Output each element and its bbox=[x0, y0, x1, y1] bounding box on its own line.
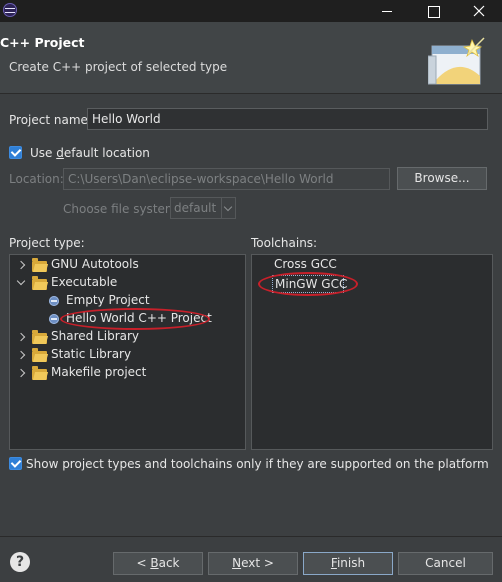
maximize-button[interactable] bbox=[410, 0, 456, 22]
back-button[interactable]: < Back bbox=[113, 552, 203, 575]
toolchain-item-mingw-gcc[interactable]: MinGW GCC bbox=[272, 275, 348, 293]
folder-icon bbox=[32, 330, 47, 344]
close-icon bbox=[473, 5, 485, 17]
chevron-right-icon bbox=[16, 350, 26, 360]
toolchains-label: Toolchains: bbox=[251, 236, 318, 250]
wizard-header: C++ Project Create C++ project of select… bbox=[0, 22, 502, 94]
cpp-project-icon bbox=[49, 314, 59, 324]
file-system-select[interactable]: default bbox=[170, 197, 236, 219]
tree-item-label: Makefile project bbox=[51, 365, 147, 379]
tree-item-label: Shared Library bbox=[51, 329, 140, 343]
tree-item-label: Executable bbox=[51, 275, 118, 289]
project-type-tree[interactable]: GNU Autotools Executable Empty Project H… bbox=[9, 254, 246, 450]
file-system-label: Choose file system: bbox=[63, 202, 181, 216]
use-default-location-label: Use default location bbox=[30, 146, 150, 160]
chevron-right-icon bbox=[16, 368, 26, 378]
page-title: C++ Project bbox=[0, 35, 85, 50]
toolchains-list[interactable]: Cross GCC MinGW GCC bbox=[251, 254, 493, 450]
show-supported-only-checkbox[interactable] bbox=[9, 457, 22, 470]
tree-item-executable[interactable]: Executable bbox=[10, 274, 245, 292]
toolchain-item-label: Cross GCC bbox=[274, 257, 337, 271]
project-name-label: Project name: bbox=[9, 113, 92, 127]
tree-item-label: GNU Autotools bbox=[51, 257, 139, 271]
close-button[interactable] bbox=[456, 0, 502, 22]
eclipse-app-icon bbox=[3, 3, 17, 17]
cancel-button[interactable]: Cancel bbox=[398, 552, 493, 575]
title-bar bbox=[0, 0, 502, 22]
toolchain-item-label: MinGW GCC bbox=[275, 277, 348, 291]
folder-icon bbox=[32, 258, 47, 272]
folder-icon bbox=[32, 366, 47, 380]
tree-item-static-library[interactable]: Static Library bbox=[10, 346, 245, 364]
tree-item-makefile-project[interactable]: Makefile project bbox=[10, 364, 245, 382]
page-description: Create C++ project of selected type bbox=[9, 60, 228, 74]
footer-divider bbox=[0, 536, 502, 537]
tree-item-hello-world-cpp-project[interactable]: Hello World C++ Project bbox=[10, 310, 245, 328]
use-default-location-checkbox[interactable] bbox=[9, 146, 22, 159]
chevron-right-icon bbox=[16, 260, 26, 270]
tree-item-label: Empty Project bbox=[66, 293, 150, 307]
tree-item-label: Hello World C++ Project bbox=[66, 311, 212, 325]
tree-item-shared-library[interactable]: Shared Library bbox=[10, 328, 245, 346]
location-input[interactable]: C:\Users\Dan\eclipse-workspace\Hello Wor… bbox=[63, 168, 390, 190]
toolchain-item-cross-gcc[interactable]: Cross GCC bbox=[274, 256, 474, 274]
folder-icon bbox=[32, 276, 47, 290]
finish-button[interactable]: Finish bbox=[303, 552, 393, 575]
cpp-project-icon bbox=[49, 296, 59, 306]
tree-item-label: Static Library bbox=[51, 347, 132, 361]
show-supported-only-label: Show project types and toolchains only i… bbox=[26, 457, 489, 471]
help-icon[interactable]: ? bbox=[10, 552, 30, 572]
project-type-label: Project type: bbox=[9, 236, 85, 250]
tree-item-gnu-autotools[interactable]: GNU Autotools bbox=[10, 256, 245, 274]
minimize-button[interactable] bbox=[364, 0, 410, 22]
chevron-right-icon bbox=[16, 332, 26, 342]
new-project-wizard-icon bbox=[428, 37, 485, 85]
tree-item-empty-project[interactable]: Empty Project bbox=[10, 292, 245, 310]
file-system-value: default bbox=[174, 201, 217, 215]
location-label: Location: bbox=[9, 172, 64, 186]
project-name-input[interactable]: Hello World bbox=[87, 108, 488, 130]
chevron-down-icon bbox=[16, 276, 26, 286]
folder-icon bbox=[32, 348, 47, 362]
chevron-down-icon bbox=[221, 198, 235, 218]
browse-button[interactable]: Browse... bbox=[397, 167, 487, 190]
next-button[interactable]: Next > bbox=[208, 552, 298, 575]
